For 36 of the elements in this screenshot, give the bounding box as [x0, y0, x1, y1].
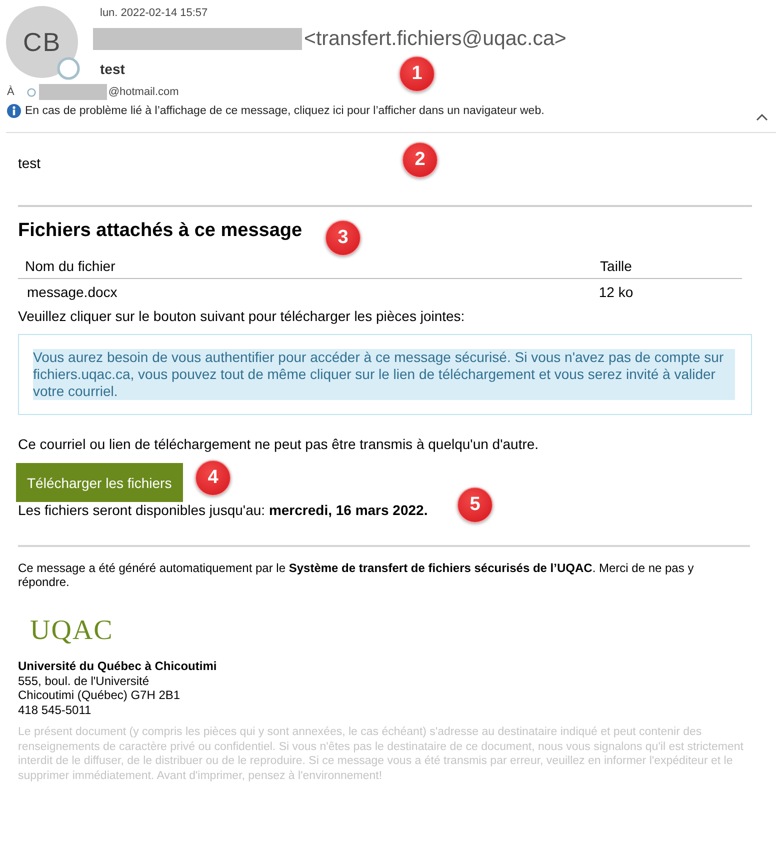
address-line: 418 545-5011	[18, 702, 92, 717]
table-cell-text: 12 ko	[598, 283, 634, 302]
address-line: 555, boul. de l'Université	[18, 674, 150, 688]
status-ring-icon	[57, 57, 80, 80]
step-marker: 5	[457, 487, 493, 523]
recipient-address: @hotmail.com	[108, 85, 179, 100]
chevron-up-icon	[756, 114, 768, 121]
sender-address: <transfert.fichiers@uqac.ca>	[304, 28, 566, 50]
info-message-link[interactable]: En cas de problème lié à l’affichage de ce message, cliquez ici pour l’afficher dans un navigateur web.	[25, 104, 544, 118]
auto-message-text: Ce message a été généré automatiquement par le Système de transfert de fichiers sécurisés de l’UQAC. Merci de ne pas y répondre.	[18, 561, 695, 589]
address-line: Chicoutimi (Québec) G7H 2B1	[18, 688, 182, 702]
message-body-text: test	[18, 155, 41, 171]
collapse-button[interactable]	[756, 114, 768, 121]
logo-wordmark: UQAC	[30, 616, 114, 646]
download-button[interactable]: Télécharger les fichiers	[16, 463, 183, 502]
recipient-label: À	[7, 84, 14, 100]
step-marker: 4	[195, 460, 231, 496]
column-header: Nom du fichier	[24, 257, 116, 276]
step-marker: 1	[399, 56, 435, 92]
info-icon	[7, 104, 21, 118]
organization-name: Université du Québec à Chicoutimi	[18, 659, 218, 674]
contact-status-icon	[27, 88, 36, 96]
availability-text: Les fichiers seront disponibles jusqu'au: mercredi, 16 mars 2022.	[18, 502, 428, 518]
message-date: lun. 2022-02-14 15:57	[99, 6, 208, 20]
instruction-text: Veuillez cliquer sur le bouton suivant pour télécharger les pièces jointes:	[18, 308, 466, 324]
step-marker: 3	[325, 220, 361, 256]
redacted-block	[39, 84, 108, 100]
disclaimer-text: Le présent document (y compris les pièces qui y sont annexées, le cas échéant) s'adresse au destinataire indiqué et peut contenir des renseignements de caractère privé ou confidentiel. Si vous n'êtes pas le destinataire de ce document, nous vous signalons qu'il est strictement interdit de le diffuser, de le distribuer ou de le reproduire. Si ce message vous a été transmis par erreur, veuillez en informer l'expéditeur et le supprimer immédiatement. Avant d'imprimer, pensez à l'environnement!	[18, 725, 744, 783]
table-cell-text: message.docx	[26, 283, 118, 302]
column-header: Taille	[599, 257, 633, 276]
avatar: CB	[6, 6, 78, 78]
section-heading: Fichiers attachés à ce message	[18, 220, 302, 242]
step-marker: 2	[402, 142, 438, 178]
message-subject: test	[99, 60, 125, 78]
warning-text: Ce courriel ou lien de téléchargement ne peut pas être transmis à quelqu'un d'autre.	[18, 436, 540, 452]
notice-text: Vous aurez besoin de vous authentifier pour accéder à ce message sécurisé. Si vous n'avez pas de compte sur fichiers.uqac.ca, vous pouvez tout de même cliquer sur le lien de téléchargement et vous serez invité à valider votre courriel.	[33, 349, 735, 400]
